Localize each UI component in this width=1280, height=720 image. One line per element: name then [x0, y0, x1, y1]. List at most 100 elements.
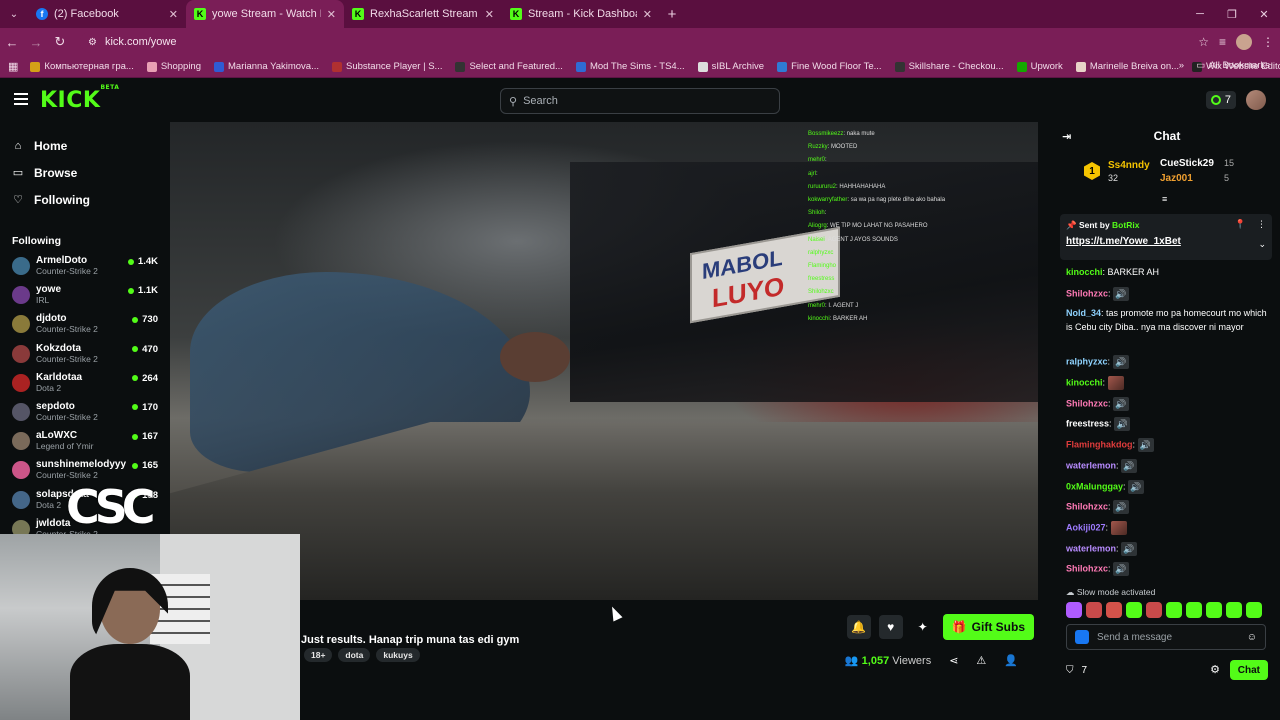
leader-name[interactable]: CueStick29 — [1160, 158, 1214, 169]
quick-emote-icon[interactable] — [1226, 602, 1242, 618]
pinned-link[interactable]: https://t.me/Yowe_1xBet — [1066, 236, 1266, 247]
url-bar[interactable]: ⚙ kick.com/yowe — [80, 31, 1200, 53]
tab-search-icon[interactable]: ⌄ — [0, 0, 28, 28]
chat-username[interactable]: 0xMalunggay — [1066, 481, 1123, 491]
bookmark-item[interactable]: Substance Player | S... — [332, 61, 442, 72]
chat-settings-icon[interactable]: ⚙ — [1210, 663, 1220, 676]
close-tab-icon[interactable]: ✕ — [169, 8, 178, 21]
media-controls-icon[interactable]: ≡ — [1219, 35, 1226, 49]
clip-button[interactable]: ✦ — [911, 615, 935, 639]
bookmark-item[interactable]: Компьютерная гра... — [30, 61, 134, 72]
pinned-bot-name[interactable]: BotRix — [1112, 220, 1139, 230]
follow-heart-button[interactable]: ♥ — [878, 615, 903, 639]
quick-emote-icon[interactable] — [1186, 602, 1202, 618]
close-window-icon[interactable]: ✕ — [1248, 0, 1280, 28]
bookmark-item[interactable]: Upwork — [1016, 61, 1063, 72]
forward-icon[interactable]: → — [24, 28, 48, 56]
channel-points[interactable]: ⛉ 7 — [1066, 665, 1087, 676]
leader-name[interactable]: Jaz001 — [1160, 173, 1193, 184]
all-bookmarks-button[interactable]: ▭ All Bookmarks — [1196, 60, 1270, 71]
bookmark-item[interactable]: Select and Featured... — [455, 61, 563, 72]
user-card-icon[interactable]: 👤 — [1004, 654, 1018, 667]
send-chat-button[interactable]: Chat — [1229, 660, 1268, 680]
sound-emote-icon[interactable]: 🔊 — [1114, 417, 1131, 432]
sound-emote-icon[interactable]: 🔊 — [1137, 438, 1154, 453]
bookmark-item[interactable]: Marinelle Breiva on... — [1075, 61, 1179, 72]
stream-tag[interactable]: dota — [338, 648, 371, 662]
close-tab-icon[interactable]: ✕ — [643, 8, 652, 21]
bookmark-star-icon[interactable]: ☆ — [1198, 35, 1209, 49]
reload-icon[interactable]: ↻ — [48, 28, 72, 56]
close-tab-icon[interactable]: ✕ — [485, 8, 494, 21]
quick-emote-icon[interactable] — [1166, 602, 1182, 618]
sidebar-item-browse[interactable]: ▭ Browse — [0, 159, 170, 186]
followed-channel[interactable]: sepdoto Counter-Strike 2 170 — [0, 397, 170, 426]
bookmarks-overflow-icon[interactable]: » — [1179, 60, 1184, 71]
bookmark-item[interactable]: Fine Wood Floor Te... — [777, 61, 882, 72]
bookmark-item[interactable]: Shopping — [146, 61, 201, 72]
browser-tab[interactable]: Kyowe Stream - Watch Live o ✕ — [186, 0, 344, 28]
video-player[interactable]: MABOL LUYO Bossmikeezz: naka mute Ruzzky:… — [170, 122, 1038, 600]
report-icon[interactable]: ⚠ — [976, 654, 986, 667]
browser-tab[interactable]: f (2) Facebook ✕ — [28, 0, 186, 28]
quick-emote-icon[interactable] — [1246, 602, 1262, 618]
chat-identity-icon[interactable] — [1075, 630, 1089, 644]
back-icon[interactable]: ← — [0, 28, 24, 56]
browser-menu-icon[interactable]: ⋮ — [1262, 35, 1274, 49]
emoji-picker-icon[interactable]: ☺ — [1247, 632, 1257, 643]
chevron-down-icon[interactable]: ⌄ — [1258, 239, 1266, 250]
sound-emote-icon[interactable]: 🔊 — [1121, 458, 1138, 473]
followed-channel[interactable]: yowe IRL 1.1K — [0, 280, 170, 309]
browser-tab[interactable]: K RexhaScarlett Stream - Watch L ✕ — [344, 0, 502, 28]
sound-emote-icon[interactable]: 🔊 — [1113, 562, 1130, 577]
gift-subs-button[interactable]: 🎁 Gift Subs — [942, 614, 1034, 640]
followed-channel[interactable]: Kokzdota Counter-Strike 2 470 — [0, 339, 170, 368]
sound-emote-icon[interactable]: 🔊 — [1113, 396, 1130, 411]
stream-tag[interactable]: kukuys — [376, 648, 420, 662]
quick-emote-icon[interactable] — [1086, 602, 1102, 618]
bookmark-item[interactable]: Skillshare - Checkou... — [894, 61, 1004, 72]
chat-username[interactable]: freestress — [1066, 419, 1109, 429]
leader-name[interactable]: Ss4nndy — [1108, 160, 1150, 171]
quick-emote-icon[interactable] — [1206, 602, 1222, 618]
new-tab-button[interactable]: + — [660, 6, 684, 23]
followed-channel[interactable]: Karldotaa Dota 2 264 — [0, 368, 170, 397]
bookmark-item[interactable]: Marianna Yakimova... — [214, 61, 319, 72]
emote-image[interactable] — [1110, 520, 1127, 535]
quick-emote-icon[interactable] — [1066, 602, 1082, 618]
followed-channel[interactable]: aLoWXC Legend of Ymir 167 — [0, 426, 170, 455]
close-tab-icon[interactable]: ✕ — [327, 8, 336, 21]
unpin-icon[interactable]: 📍 — [1235, 219, 1246, 230]
browser-tab[interactable]: K Stream - Kick Dashboard ✕ — [502, 0, 660, 28]
kick-logo[interactable]: KICKBETA — [40, 84, 119, 113]
share-icon[interactable]: ⋖ — [949, 654, 958, 667]
chat-username[interactable]: Shilohzxc — [1066, 288, 1108, 298]
chat-username[interactable]: Flaminghakdog — [1066, 440, 1133, 450]
chat-username[interactable]: waterlemon — [1066, 460, 1116, 470]
followed-channel[interactable]: djdoto Counter-Strike 2 730 — [0, 309, 170, 338]
chat-username[interactable]: ralphyzxc — [1066, 357, 1108, 367]
quick-emote-icon[interactable] — [1106, 602, 1122, 618]
chat-username[interactable]: Nold_34 — [1066, 308, 1101, 318]
collapse-chat-icon[interactable]: ⇥ — [1062, 130, 1071, 143]
minimize-icon[interactable]: ─ — [1184, 0, 1216, 28]
quick-emote-icon[interactable] — [1126, 602, 1142, 618]
restore-icon[interactable]: ❐ — [1216, 0, 1248, 28]
stream-tag[interactable]: 18+ — [304, 648, 333, 662]
site-info-icon[interactable]: ⚙ — [88, 37, 97, 48]
profile-avatar[interactable] — [1236, 34, 1252, 50]
points-badge[interactable]: 7 — [1205, 91, 1236, 109]
sound-emote-icon[interactable]: 🔊 — [1113, 286, 1130, 301]
chat-username[interactable]: Aokiji027 — [1066, 522, 1106, 532]
chat-username[interactable]: Shilohzxc — [1066, 398, 1108, 408]
user-avatar[interactable] — [1246, 90, 1266, 110]
emote-image[interactable] — [1107, 376, 1124, 391]
chat-username[interactable]: waterlemon — [1066, 543, 1116, 553]
bookmark-item[interactable]: sIBL Archive — [697, 61, 764, 72]
pinned-more-icon[interactable]: ⋮ — [1257, 219, 1266, 230]
sound-emote-icon[interactable]: 🔊 — [1112, 355, 1129, 370]
sidebar-item-following[interactable]: ♡ Following — [0, 186, 170, 213]
expand-leaderboard-icon[interactable]: ≡ — [1162, 194, 1167, 204]
chat-username[interactable]: Shilohzxc — [1066, 564, 1108, 574]
quick-emote-icon[interactable] — [1146, 602, 1162, 618]
